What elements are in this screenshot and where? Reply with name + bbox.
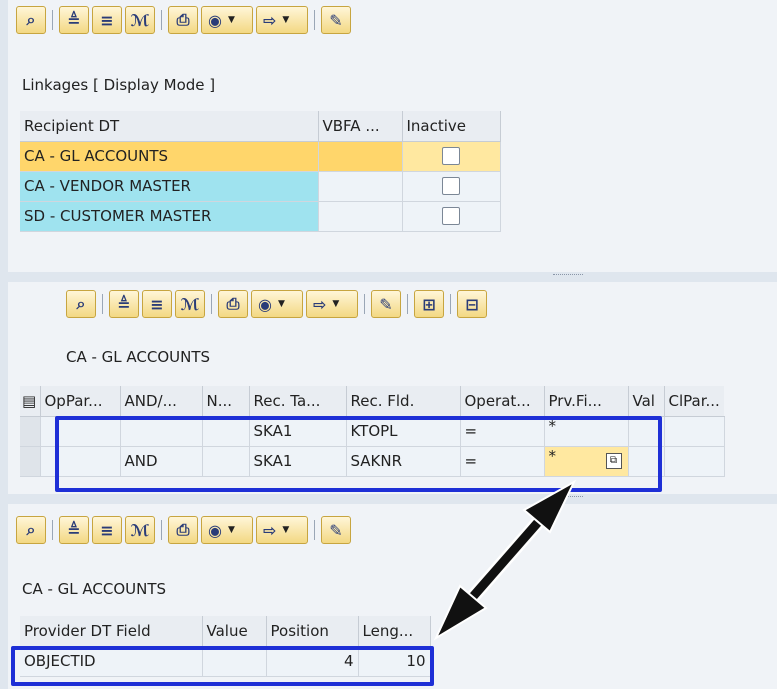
double-arrow-annotation [433, 479, 577, 641]
